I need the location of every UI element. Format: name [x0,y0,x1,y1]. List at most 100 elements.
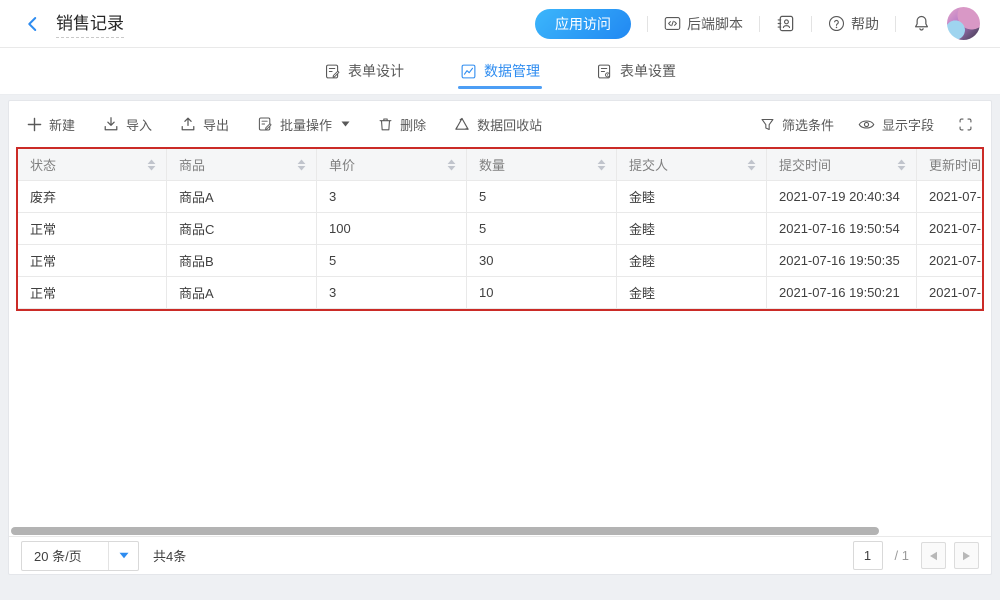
table-cell[interactable]: 商品A [167,277,317,309]
sort-icon[interactable] [297,159,306,171]
data-panel: 新建 导入 导出 批量操作 [8,100,992,575]
table-cell[interactable]: 商品A [167,181,317,213]
column-header-label: 更新时间 [929,155,981,174]
column-header[interactable]: 状态 [18,149,167,181]
help-button[interactable]: 帮助 [828,14,879,34]
column-header-label: 商品 [179,155,205,174]
table-cell[interactable]: 正常 [18,245,167,277]
page-size-value: 20 条/页 [22,546,108,565]
tab-label: 表单设计 [348,61,404,81]
delete-button[interactable]: 删除 [378,115,426,134]
tab-form-settings[interactable]: 表单设置 [596,48,676,94]
divider [811,16,812,32]
column-header[interactable]: 提交时间 [767,149,917,181]
scrollbar-thumb[interactable] [11,527,879,535]
top-bar: 销售记录 应用访问 后端脚本 [0,0,1000,48]
table-cell[interactable]: 2021-07-19 [917,181,984,213]
table-row[interactable]: 废弃商品A35金睦2021-07-19 20:40:342021-07-19 [18,181,984,213]
contacts-button[interactable] [776,14,795,33]
table-cell[interactable]: 2021-07-19 [917,277,984,309]
funnel-icon [760,117,775,132]
table-cell[interactable]: 商品B [167,245,317,277]
page-title[interactable]: 销售记录 [56,9,124,38]
code-icon [664,15,681,32]
next-page-button[interactable] [954,542,979,569]
back-button[interactable] [24,15,42,33]
table-cell[interactable]: 金睦 [617,181,767,213]
column-header[interactable]: 单价 [317,149,467,181]
table-cell[interactable]: 3 [317,181,467,213]
page-number-input[interactable] [853,541,883,570]
table-cell[interactable]: 3 [317,277,467,309]
fullscreen-button[interactable] [958,117,973,132]
table-cell[interactable]: 100 [317,213,467,245]
plus-icon [27,117,42,132]
filter-label: 筛选条件 [782,115,834,134]
table-cell[interactable]: 2021-07-19 20:40:34 [767,181,917,213]
divider [647,16,648,32]
divider [759,16,760,32]
sort-icon[interactable] [597,159,606,171]
table-cell[interactable]: 30 [467,245,617,277]
table-cell[interactable]: 5 [317,245,467,277]
horizontal-scrollbar[interactable] [11,526,989,536]
notification-bell-icon[interactable] [912,14,931,33]
backend-script-label: 后端脚本 [687,14,743,34]
column-header[interactable]: 商品 [167,149,317,181]
backend-script-button[interactable]: 后端脚本 [664,14,743,34]
user-avatar[interactable] [947,7,980,40]
column-header[interactable]: 更新时间 [917,149,984,181]
table-cell[interactable]: 2021-07-19 [917,245,984,277]
doc-gear-icon [596,63,613,80]
table-cell[interactable]: 废弃 [18,181,167,213]
table-cell[interactable]: 5 [467,181,617,213]
table-cell[interactable]: 金睦 [617,213,767,245]
triangle-left-icon [929,551,938,561]
doc-pencil-icon [257,116,273,132]
import-button[interactable]: 导入 [103,115,152,134]
import-icon [103,116,119,132]
tab-form-design[interactable]: 表单设计 [324,48,404,94]
data-table: 状态商品单价数量提交人提交时间更新时间 废弃商品A35金睦2021-07-19 … [18,149,984,309]
select-caret-area[interactable] [108,542,138,570]
table-row[interactable]: 正常商品C1005金睦2021-07-16 19:50:542021-07-19 [18,213,984,245]
prev-page-button[interactable] [921,542,946,569]
empty-area [9,311,991,526]
export-label: 导出 [203,115,229,134]
column-header[interactable]: 数量 [467,149,617,181]
table-cell[interactable]: 2021-07-16 19:50:54 [767,213,917,245]
table-cell[interactable]: 正常 [18,213,167,245]
batch-operations-button[interactable]: 批量操作 [257,115,350,134]
table-cell[interactable]: 2021-07-19 [917,213,984,245]
sort-icon[interactable] [897,159,906,171]
display-fields-button[interactable]: 显示字段 [858,115,934,134]
filter-button[interactable]: 筛选条件 [760,115,834,134]
export-button[interactable]: 导出 [180,115,229,134]
table-cell[interactable]: 10 [467,277,617,309]
new-record-label: 新建 [49,115,75,134]
table-row[interactable]: 正常商品B530金睦2021-07-16 19:50:352021-07-19 [18,245,984,277]
column-header[interactable]: 提交人 [617,149,767,181]
recycle-bin-button[interactable]: 数据回收站 [454,115,542,134]
table-row[interactable]: 正常商品A310金睦2021-07-16 19:50:212021-07-19 [18,277,984,309]
new-record-button[interactable]: 新建 [27,115,75,134]
table-cell[interactable]: 金睦 [617,277,767,309]
page-size-select[interactable]: 20 条/页 [21,541,139,571]
sort-icon[interactable] [147,159,156,171]
tab-data-management[interactable]: 数据管理 [460,48,540,94]
trash-icon [378,116,393,132]
help-label: 帮助 [851,14,879,34]
table-cell[interactable]: 2021-07-16 19:50:35 [767,245,917,277]
sort-icon[interactable] [447,159,456,171]
total-pages: / 1 [895,548,909,563]
table-cell[interactable]: 2021-07-16 19:50:21 [767,277,917,309]
table-cell[interactable]: 5 [467,213,617,245]
recycle-icon [454,116,470,132]
table-cell[interactable]: 正常 [18,277,167,309]
app-access-button[interactable]: 应用访问 [535,9,631,39]
column-header-label: 提交人 [629,155,668,174]
table-cell[interactable]: 金睦 [617,245,767,277]
table-cell[interactable]: 商品C [167,213,317,245]
chevron-left-icon [24,15,42,33]
sort-icon[interactable] [747,159,756,171]
